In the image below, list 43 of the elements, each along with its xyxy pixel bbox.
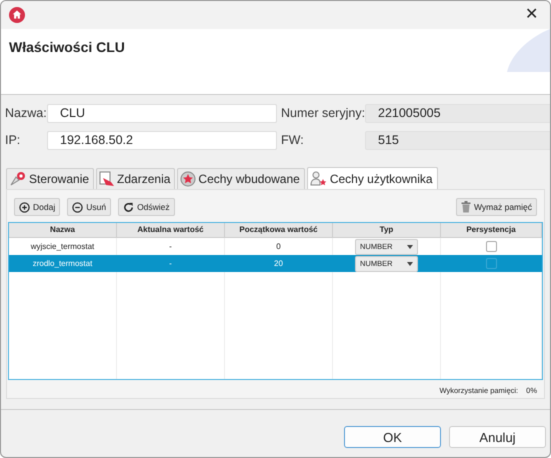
- trash-icon: [460, 201, 471, 213]
- toolbar-button[interactable]: Usuń: [67, 198, 112, 216]
- column-header: Typ: [333, 223, 441, 238]
- caret-icon: [407, 244, 413, 248]
- star-badge-icon: [180, 171, 196, 187]
- app-logo-icon: [9, 7, 25, 23]
- column-header: Początkowa wartość: [225, 223, 333, 238]
- table-cell: -: [169, 240, 172, 252]
- tab[interactable]: Sterowanie: [6, 168, 94, 189]
- close-button[interactable]: ✕: [521, 5, 542, 25]
- table-cell: -: [169, 258, 172, 270]
- toolbar-button[interactable]: Dodaj: [14, 198, 60, 216]
- clear-memory-button[interactable]: Wymaż pamięć: [456, 198, 537, 216]
- input-field[interactable]: CLU: [47, 104, 277, 123]
- column-header: Persystencja: [441, 223, 542, 238]
- checkbox[interactable]: [486, 258, 496, 269]
- user-star-icon: [310, 170, 328, 186]
- caret-icon: [407, 262, 413, 266]
- field-label: FW:: [281, 132, 305, 150]
- event-icon: [99, 171, 116, 187]
- table-cell: 0: [276, 240, 281, 252]
- header-decoration: [505, 29, 550, 72]
- dialog-button[interactable]: Anuluj: [449, 426, 546, 448]
- toolbar-button[interactable]: Odśwież: [118, 198, 175, 216]
- add-icon: [19, 202, 30, 212]
- table-cell: 20: [274, 258, 283, 270]
- checkbox[interactable]: [486, 241, 496, 252]
- pointer-icon: [9, 171, 27, 187]
- input-field[interactable]: 221005005: [365, 104, 550, 123]
- column-header: Aktualna wartość: [117, 223, 225, 238]
- dialog-title: Właściwości CLU: [9, 39, 126, 56]
- input-field[interactable]: 515: [365, 131, 550, 150]
- column-header: Nazwa: [9, 223, 117, 238]
- remove-icon: [72, 202, 84, 212]
- refresh-icon: [123, 202, 134, 212]
- dialog-button[interactable]: OK: [344, 426, 441, 448]
- table-cell: wyjscie_termostat: [30, 240, 94, 252]
- table-cell: zrodlo_termostat: [32, 258, 92, 270]
- tab[interactable]: Zdarzenia: [96, 168, 176, 189]
- input-field[interactable]: 192.168.50.2: [47, 131, 277, 150]
- field-label: IP:: [5, 132, 22, 150]
- tab[interactable]: Cechy użytkownika: [306, 167, 438, 189]
- tab[interactable]: Cechy wbudowane: [177, 168, 305, 189]
